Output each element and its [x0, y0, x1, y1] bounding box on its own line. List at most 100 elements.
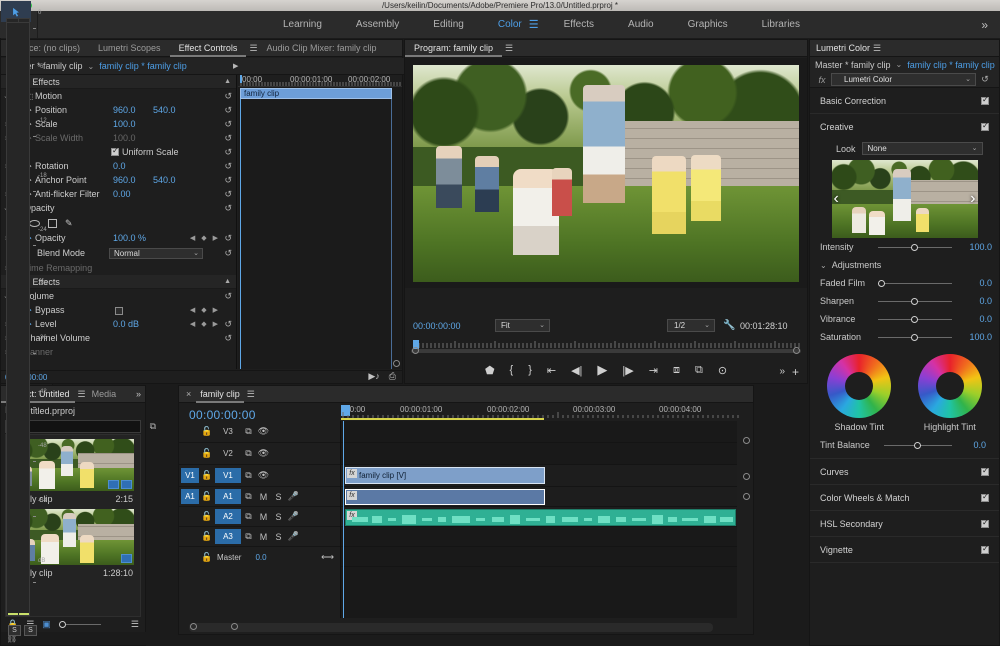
export-frame-icon[interactable]: ⊙ [718, 364, 727, 377]
mute-button[interactable]: M [256, 512, 271, 522]
reset-icon[interactable]: ↺ [224, 119, 232, 130]
scroll-zoom-left[interactable] [190, 623, 197, 630]
tab-assembly[interactable]: Assembly [339, 11, 416, 38]
program-video-stage[interactable] [405, 58, 807, 288]
color-wheel-icon[interactable] [827, 354, 891, 418]
program-current-timecode[interactable]: 00:00:00:00 [413, 321, 461, 331]
track-name[interactable]: V2 [215, 446, 241, 461]
unlock-icon[interactable]: 🔓 [199, 448, 215, 459]
source-patch-a1[interactable]: A1 [181, 489, 199, 504]
lumetri-clip-selector[interactable]: Master * family clip ⌄ family clip * fam… [810, 57, 999, 72]
mark-in-icon[interactable]: { [510, 364, 514, 376]
slider-value[interactable]: 0.0 [952, 314, 992, 324]
section-curves[interactable]: Curves [810, 459, 999, 485]
slider-vibrance[interactable]: Vibrance 0.0 [810, 310, 999, 328]
source-patch-v1[interactable]: V1 [181, 468, 199, 483]
param-value[interactable]: 100.0 % [113, 233, 146, 243]
workspace-menu-icon[interactable]: ☰ [529, 18, 547, 31]
slider-track[interactable] [884, 441, 952, 450]
play-icon[interactable]: ▶ [597, 362, 607, 378]
timeline-clip-a2[interactable]: fx [345, 509, 736, 526]
param-value[interactable]: 100.0 [113, 119, 136, 129]
track-name[interactable]: V3 [215, 424, 241, 439]
go-to-out-icon[interactable]: ⇥ [649, 364, 658, 377]
hamburger-menu-icon[interactable]: ☰ [873, 43, 881, 54]
unlock-icon[interactable]: 🔓 [199, 426, 215, 437]
track-header-v3[interactable]: 🔓 V3 ⧉ 👁 [179, 421, 340, 443]
timeline-timecode[interactable]: 00:00:00:00 [189, 408, 256, 422]
tab-effects[interactable]: Effects [547, 11, 611, 38]
section-color-wheels-match[interactable]: Color Wheels & Match [810, 485, 999, 511]
uniform-scale-checkbox[interactable] [111, 148, 119, 156]
button-editor-overflow-icon[interactable]: » [779, 366, 785, 377]
workspace-overflow-icon[interactable]: » [981, 18, 988, 32]
solo-button[interactable]: S [271, 512, 286, 522]
prev-keyframe-icon[interactable]: ◀ [190, 306, 195, 314]
color-wheel-icon[interactable] [918, 354, 982, 418]
sync-lock-icon[interactable]: ⧉ [241, 531, 256, 542]
zoom-handle-right[interactable] [793, 347, 800, 354]
slider-value[interactable]: 0.0 [952, 278, 992, 288]
slider-value[interactable]: 100.0 [952, 332, 992, 342]
section-toggle-checkbox[interactable] [981, 468, 989, 476]
tab-program-monitor[interactable]: Program: family clip [405, 40, 502, 57]
shadow-tint-wheel[interactable]: Shadow Tint [827, 354, 891, 432]
slider-knob[interactable] [911, 298, 918, 305]
icon-view-icon[interactable]: ▣ [42, 619, 51, 630]
mute-button[interactable]: M [256, 492, 271, 502]
tab-sequence[interactable]: family clip [196, 386, 244, 403]
param-value-x[interactable]: 960.0 [113, 105, 136, 115]
reset-icon[interactable]: ↺ [224, 203, 232, 214]
track-header-a3[interactable]: 🔓 A3 ⧉ M S 🎤 [179, 527, 340, 547]
track-lane-a3[interactable] [341, 527, 737, 547]
scroll-handle-upper[interactable] [743, 437, 750, 444]
solo-button[interactable]: S [271, 492, 286, 502]
param-value-y[interactable]: 540.0 [153, 175, 176, 185]
effect-controls-timeline[interactable]: 00:00 00:00:01:00 00:00:02:00 family cli… [238, 75, 402, 369]
hamburger-menu-icon[interactable]: ☰ [78, 389, 86, 400]
slider-knob[interactable] [914, 442, 921, 449]
hamburger-menu-icon[interactable]: ☰ [247, 389, 255, 400]
next-keyframe-icon[interactable]: ▶ [213, 320, 218, 328]
tab-effect-controls[interactable]: Effect Controls [170, 40, 247, 57]
prev-keyframe-icon[interactable]: ◀ [190, 234, 195, 242]
unlock-icon[interactable]: 🔓 [199, 491, 215, 502]
slider-sharpen[interactable]: Sharpen 0.0 [810, 292, 999, 310]
param-value[interactable]: 0.00 [113, 189, 131, 199]
track-header-a1[interactable]: A1 🔓 A1 ⧉ M S 🎤 [179, 487, 340, 507]
sync-lock-icon[interactable]: ⧉ [241, 470, 256, 481]
effect-controls-timecode[interactable]: 00:00:00:00 [1, 370, 402, 383]
track-lane-v2[interactable] [341, 443, 737, 465]
tab-lumetri-scopes[interactable]: Lumetri Scopes [89, 40, 170, 57]
blend-mode-dropdown[interactable]: Normal⌄ [109, 248, 203, 259]
slider-track[interactable] [878, 279, 952, 288]
playhead[interactable] [240, 75, 242, 83]
lumetri-effect-dropdown[interactable]: Lumetri Color⌄ [831, 73, 976, 86]
slider-knob[interactable] [911, 316, 918, 323]
sync-lock-icon[interactable]: ⧉ [241, 426, 256, 437]
zoom-slider[interactable] [59, 620, 101, 629]
section-toggle-checkbox[interactable] [981, 123, 989, 131]
program-transport-buttons[interactable]: ⬟ { } ⇤ ◀| ▶ |▶ ⇥ ⧈ ⧉ ⊙ [405, 360, 807, 380]
track-name[interactable]: A1 [215, 489, 241, 504]
track-header-v1[interactable]: V1 🔓 V1 ⧉ 👁 [179, 465, 340, 487]
slider-saturation[interactable]: Saturation 100.0 [810, 328, 999, 346]
unlock-icon[interactable]: 🔓 [199, 552, 215, 563]
reset-icon[interactable]: ↺ [224, 91, 232, 102]
reset-icon[interactable]: ↺ [224, 175, 232, 186]
track-name[interactable]: A2 [215, 509, 241, 524]
mute-button[interactable]: M [256, 532, 271, 542]
clip-thumbnail[interactable] [12, 509, 134, 565]
eye-icon[interactable]: 👁 [256, 448, 271, 459]
thumbnail-badges[interactable] [121, 554, 132, 563]
collapse-icon[interactable]: ▲ [224, 78, 231, 85]
scrub-track[interactable] [411, 349, 801, 353]
collapse-icon[interactable]: ▲ [224, 278, 231, 285]
slider-track[interactable] [878, 297, 952, 306]
hamburger-menu-icon[interactable]: ☰ [505, 43, 513, 54]
master-volume-value[interactable]: 0.0 [255, 553, 266, 562]
timeline-clip-v1[interactable]: fx family clip [V] [345, 467, 545, 484]
hamburger-menu-icon[interactable]: ☰ [249, 43, 257, 54]
tint-color-wheels[interactable]: Shadow Tint Highlight Tint [810, 346, 999, 432]
track-header-master[interactable]: 🔓 Master 0.0 ⟷ [179, 547, 340, 567]
